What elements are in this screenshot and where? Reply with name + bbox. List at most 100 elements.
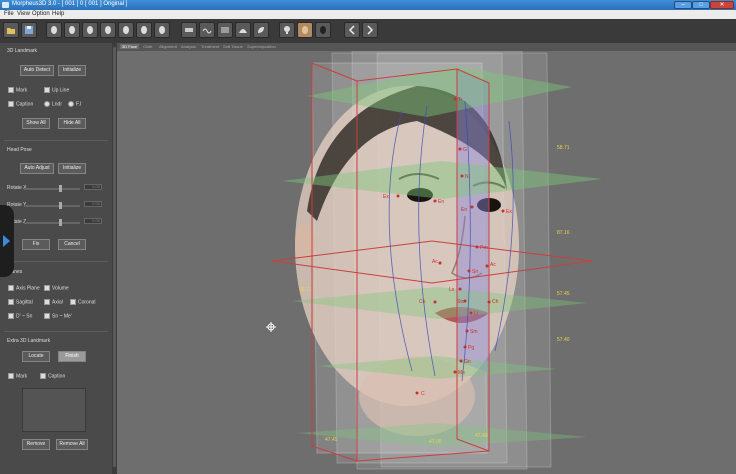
landmark-en-left[interactable]: [470, 205, 474, 209]
extra-mark-label: Mark: [16, 373, 28, 380]
landmark-label: Sn: [472, 269, 478, 275]
rotate-y-slider[interactable]: [24, 202, 80, 209]
tab-treatment[interactable]: Treatment: [201, 44, 219, 49]
face-front-icon[interactable]: [46, 22, 62, 38]
landmark-ch-left[interactable]: [487, 300, 491, 304]
landmark-ac-right[interactable]: [438, 261, 442, 265]
rotate-z-handle[interactable]: [59, 219, 62, 226]
tab-alignment[interactable]: Alignment: [159, 44, 177, 49]
menu-view[interactable]: View: [17, 11, 30, 17]
fix-button[interactable]: Fix: [22, 239, 50, 250]
show-all-button[interactable]: Show All: [22, 118, 50, 129]
landmark-ac-left[interactable]: [485, 264, 489, 268]
axis-plane-checkbox[interactable]: Axis Plane: [8, 285, 40, 291]
tab-soft-tissue[interactable]: Soft Tissue: [223, 44, 243, 49]
extra-mark-checkbox[interactable]: Mark: [8, 373, 27, 379]
arrow-right-icon[interactable]: [362, 22, 378, 38]
axial-checkbox[interactable]: Axial: [44, 299, 63, 305]
head-icon[interactable]: [279, 22, 295, 38]
rotate-x-value[interactable]: 0.00: [84, 184, 102, 190]
sn-me-checkbox[interactable]: Sn ~ Me': [44, 313, 72, 319]
hide-all-button[interactable]: Hide All: [58, 118, 86, 129]
face-quarter-icon[interactable]: [82, 22, 98, 38]
landmark-ch-right[interactable]: [433, 300, 437, 304]
rotate-z-slider[interactable]: [24, 219, 80, 226]
fi-radio[interactable]: F.I: [68, 101, 81, 107]
lines-icon[interactable]: [217, 22, 233, 38]
minimize-button[interactable]: –: [674, 1, 692, 9]
rotate-y-handle[interactable]: [59, 202, 62, 209]
dome-icon[interactable]: [235, 22, 251, 38]
wave-icon[interactable]: [199, 22, 215, 38]
cancel-button[interactable]: Cancel: [58, 239, 86, 250]
tab-superimposition[interactable]: Superimposition: [247, 44, 276, 49]
tab-analysis[interactable]: Analysis: [181, 44, 196, 49]
save-icon[interactable]: [21, 22, 37, 38]
landmark-n[interactable]: [460, 174, 464, 178]
arrow-left-icon[interactable]: [344, 22, 360, 38]
3d-viewport[interactable]: Tr G N Ex En En Ex Prn Ac Sn Ac Ch Ls St…: [117, 51, 736, 474]
pose-initialize-button[interactable]: Initialize: [58, 163, 86, 174]
face-top-icon[interactable]: [154, 22, 170, 38]
volume-checkbox[interactable]: Volume: [44, 285, 69, 291]
landmark-en-right[interactable]: [433, 199, 437, 203]
landmark-c[interactable]: [415, 391, 419, 395]
landmark-ex-left[interactable]: [501, 209, 505, 213]
scrollbar-thumb[interactable]: [113, 47, 116, 467]
face-back-icon[interactable]: [136, 22, 152, 38]
landmark-g[interactable]: [458, 147, 462, 151]
divider: [4, 331, 108, 332]
rotate-z-value[interactable]: 0.00: [84, 218, 102, 224]
extra-landmark-list[interactable]: [22, 388, 86, 432]
rotate-x-handle[interactable]: [59, 185, 62, 192]
landmark-me[interactable]: [453, 370, 457, 374]
remove-button[interactable]: Remove: [22, 439, 50, 450]
sagittal-plane: [457, 69, 489, 373]
locate-button[interactable]: Locate: [22, 351, 50, 362]
mark-checkbox[interactable]: Mark: [8, 87, 27, 93]
landmark-tr[interactable]: [453, 97, 457, 101]
landmark-prn[interactable]: [475, 245, 479, 249]
auto-detect-button[interactable]: Auto Detect: [20, 65, 54, 76]
lndr-radio[interactable]: Lndr: [44, 101, 62, 107]
landmark-li[interactable]: [469, 311, 473, 315]
d-sn-checkbox[interactable]: D' ~ Sn: [8, 313, 32, 319]
rotate-y-value[interactable]: 0.00: [84, 201, 102, 207]
landmark-label: Prn: [480, 245, 488, 251]
landmark-ex-right[interactable]: [396, 194, 400, 198]
caption-checkbox[interactable]: Caption: [8, 101, 33, 107]
landmark-ls[interactable]: [458, 287, 462, 291]
coronal-checkbox[interactable]: Coronal: [70, 299, 96, 305]
landmark-pg[interactable]: [463, 345, 467, 349]
menu-option[interactable]: Option: [32, 11, 50, 17]
maximize-button[interactable]: □: [692, 1, 710, 9]
landmark-sm[interactable]: [465, 329, 469, 333]
sagittal-checkbox[interactable]: Sagittal: [8, 299, 33, 305]
tab-3d-face[interactable]: 3D Face: [120, 44, 140, 49]
face-profile-icon[interactable]: [118, 22, 134, 38]
folder-open-icon[interactable]: [3, 22, 19, 38]
spectrum-icon[interactable]: [181, 22, 197, 38]
remove-all-button[interactable]: Remove All: [56, 439, 88, 450]
tab-cloth[interactable]: Cloth: [143, 44, 152, 49]
close-button[interactable]: ✕: [710, 1, 734, 9]
landmark-gn[interactable]: [459, 359, 463, 363]
landmark-sn[interactable]: [467, 269, 471, 273]
up-line-checkbox[interactable]: Up Line: [44, 87, 69, 93]
photo-icon[interactable]: [297, 22, 313, 38]
face-right-icon[interactable]: [100, 22, 116, 38]
silhouette-icon[interactable]: [315, 22, 331, 38]
landmark-initialize-button[interactable]: Initialize: [58, 65, 86, 76]
leaf-icon[interactable]: [253, 22, 269, 38]
side-drawer-handle[interactable]: [0, 205, 14, 277]
face-left-icon[interactable]: [64, 22, 80, 38]
auto-adjust-button[interactable]: Auto Adjust: [20, 163, 54, 174]
landmark-label: Sto: [457, 299, 465, 305]
window-title: Morpheus3D 3.0 - [ 001 ] 0 [ 001 ] Origi…: [12, 1, 128, 7]
rotate-x-slider[interactable]: [24, 185, 80, 192]
menu-help[interactable]: Help: [52, 11, 64, 17]
menu-file[interactable]: File: [4, 11, 14, 17]
finish-button[interactable]: Finish: [58, 351, 86, 362]
face-scene[interactable]: Tr G N Ex En En Ex Prn Ac Sn Ac Ch Ls St…: [117, 51, 736, 474]
extra-caption-checkbox[interactable]: Caption: [40, 373, 65, 379]
